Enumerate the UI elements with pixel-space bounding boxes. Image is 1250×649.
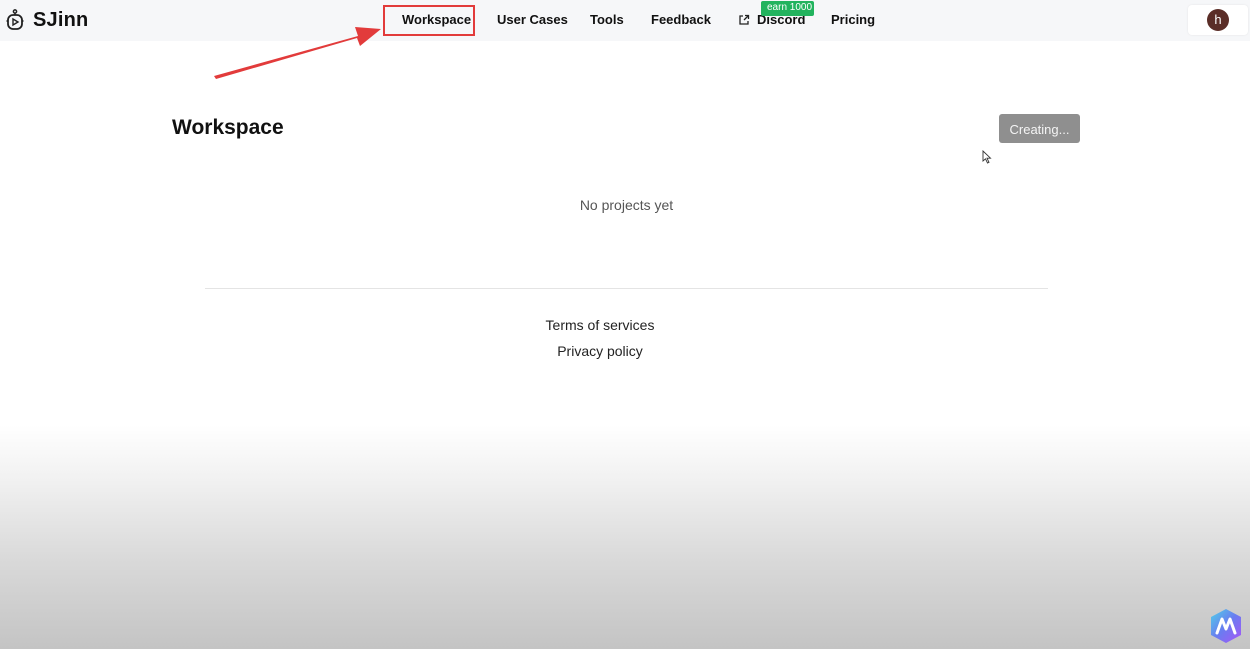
robot-logo-icon [6, 9, 24, 30]
page-title: Workspace [172, 116, 284, 139]
empty-projects-message: No projects yet [579, 197, 674, 213]
create-project-button[interactable]: Creating... [999, 114, 1080, 143]
external-link-icon [739, 14, 750, 25]
avatar[interactable]: h [1207, 9, 1229, 31]
footer-divider [205, 288, 1048, 289]
privacy-policy-link[interactable]: Privacy policy [0, 343, 1200, 359]
brand-logo[interactable]: SJinn [6, 8, 88, 32]
terms-of-service-link[interactable]: Terms of services [0, 317, 1200, 333]
nav-feedback[interactable]: Feedback [651, 12, 711, 27]
user-menu[interactable]: h [1188, 5, 1248, 35]
top-navigation-bar: SJinn Workspace User Cases Tools Feedbac… [0, 0, 1250, 41]
discord-reward-badge: earn 1000 [761, 1, 814, 16]
assistant-app-icon[interactable] [1207, 607, 1245, 645]
nav-pricing[interactable]: Pricing [831, 12, 875, 27]
brand-name: SJinn [33, 8, 89, 31]
annotation-arrow [214, 27, 381, 79]
nav-user-cases[interactable]: User Cases [497, 12, 568, 27]
mouse-cursor-icon [982, 150, 992, 164]
nav-tools[interactable]: Tools [590, 12, 624, 27]
annotation-highlight-box [383, 5, 475, 36]
